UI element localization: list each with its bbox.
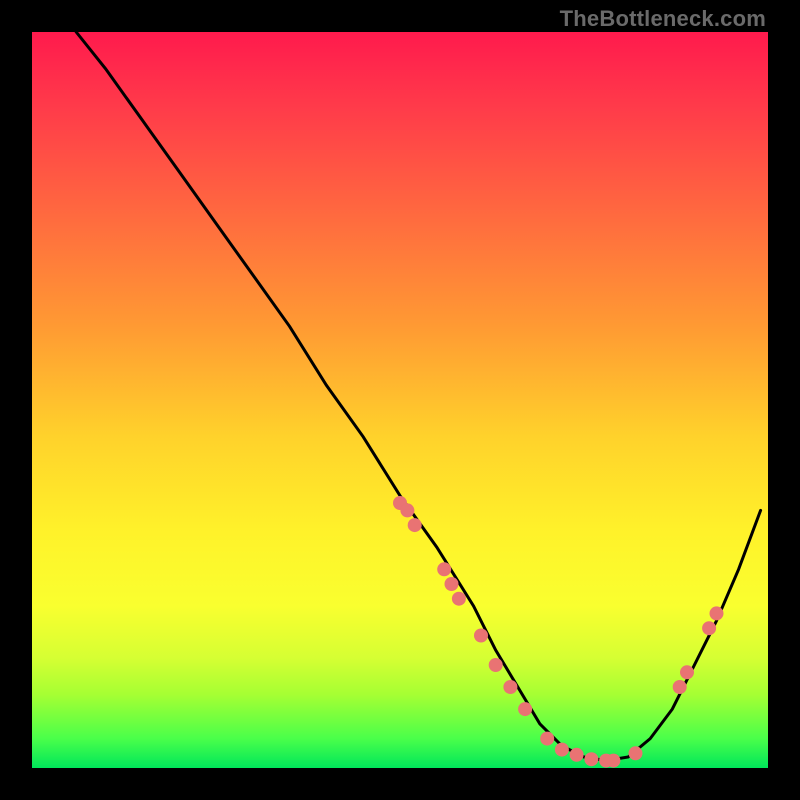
plot-area (32, 32, 768, 768)
curve-marker (503, 680, 517, 694)
curve-marker (408, 518, 422, 532)
curve-marker (400, 503, 414, 517)
curve-marker (710, 606, 724, 620)
curve-marker (452, 592, 466, 606)
chart-frame: TheBottleneck.com (0, 0, 800, 800)
curve-marker (445, 577, 459, 591)
curve-marker (518, 702, 532, 716)
curve-marker (673, 680, 687, 694)
curve-marker (489, 658, 503, 672)
curve-marker (570, 748, 584, 762)
bottleneck-curve (76, 32, 760, 761)
marker-group (393, 496, 724, 768)
curve-marker (629, 746, 643, 760)
curve-marker (474, 629, 488, 643)
watermark-label: TheBottleneck.com (560, 6, 766, 32)
curve-marker (584, 752, 598, 766)
curve-marker (555, 743, 569, 757)
curve-marker (680, 665, 694, 679)
curve-marker (606, 754, 620, 768)
curve-marker (437, 562, 451, 576)
curve-marker (702, 621, 716, 635)
curve-marker (540, 732, 554, 746)
chart-svg (32, 32, 768, 768)
